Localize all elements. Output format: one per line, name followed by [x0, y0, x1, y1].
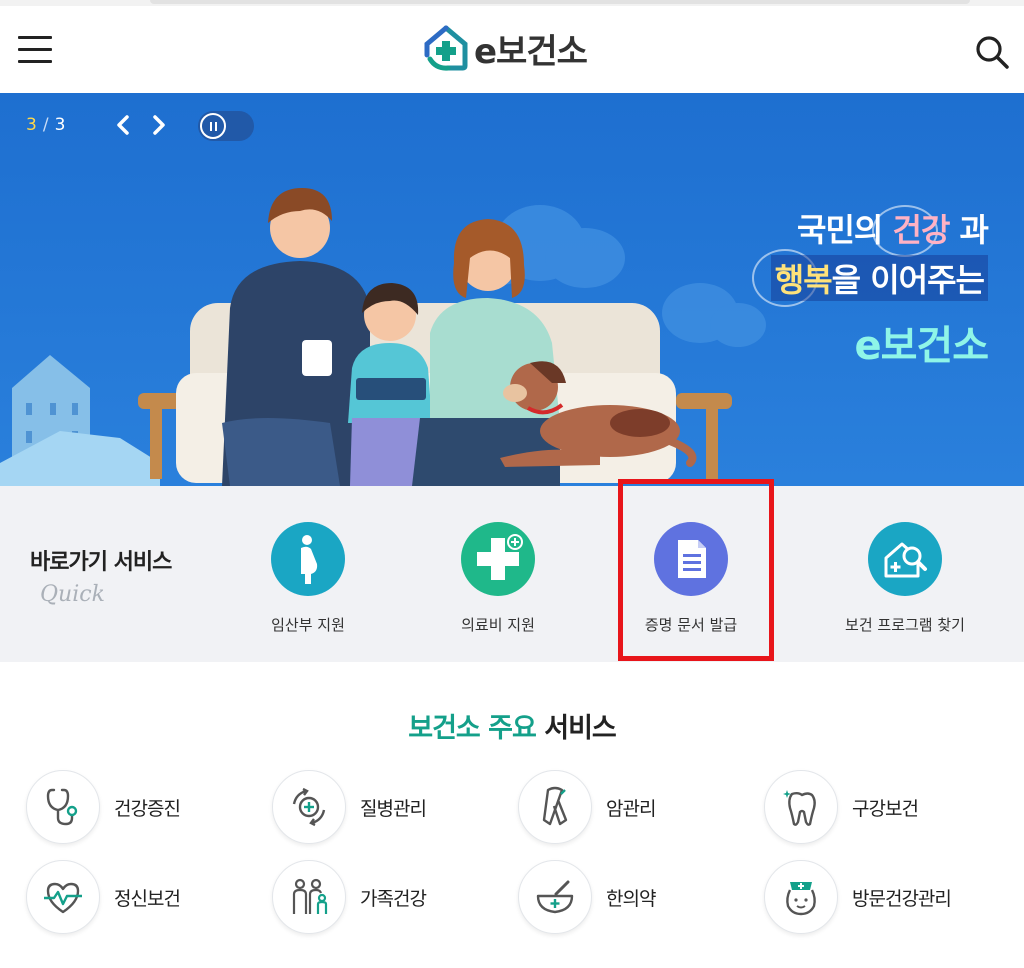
tagline-highlight-health: 건강 — [892, 211, 951, 249]
heart-pulse-icon — [26, 860, 100, 934]
service-label: 구강보건 — [852, 797, 919, 820]
main-services-title-green: 보건소 주요 — [408, 713, 537, 744]
stethoscope-icon — [26, 770, 100, 844]
mortar-pestle-icon — [518, 860, 592, 934]
service-label: 암관리 — [606, 797, 656, 820]
tagline-highlight-happiness: 행복 — [774, 261, 833, 299]
service-health-promotion[interactable]: 건강증진 — [26, 770, 266, 844]
virus-care-icon — [272, 770, 346, 844]
service-label: 건강증진 — [114, 797, 181, 820]
service-disease-control[interactable]: 질병관리 — [272, 770, 512, 844]
site-header: e보건소 — [0, 6, 1024, 93]
tagline-text: 을 이어주는 — [831, 261, 985, 299]
site-logo[interactable]: e보건소 — [424, 23, 588, 73]
logo-text: e보건소 — [474, 31, 588, 72]
tagline-text: 과 — [949, 211, 989, 249]
service-family-health[interactable]: 가족건강 — [272, 860, 512, 934]
service-oral-health[interactable]: 구강보건 — [764, 770, 1004, 844]
service-label: 방문건강관리 — [852, 887, 952, 910]
quick-item-label: 보건 프로그램 찾기 — [845, 616, 965, 634]
quick-item-label: 의료비 지원 — [461, 616, 535, 634]
quick-services-title: 바로가기 서비스 — [30, 550, 172, 575]
house-plus-logo-icon — [424, 25, 468, 71]
main-services-title: 보건소 주요 서비스 — [0, 706, 1024, 745]
tooth-icon — [764, 770, 838, 844]
service-cancer-management[interactable]: 암관리 — [518, 770, 758, 844]
tagline-line-2: 행복을 이어주는 — [770, 255, 988, 301]
quick-services-subtitle: Quick — [40, 582, 105, 607]
service-label: 정신보건 — [114, 887, 181, 910]
service-oriental-medicine[interactable]: 한의약 — [518, 860, 758, 934]
nurse-icon — [764, 860, 838, 934]
service-home-visit-health[interactable]: 방문건강관리 — [764, 860, 1004, 934]
tagline-line-1: 국민의 건강 과 — [771, 205, 989, 251]
service-label: 한의약 — [606, 887, 656, 910]
quick-item-label: 임산부 지원 — [271, 616, 345, 634]
tagline-text: 국민의 — [797, 211, 893, 249]
main-services-title-dark: 서비스 — [535, 713, 617, 744]
service-mental-health[interactable]: 정신보건 — [26, 860, 266, 934]
service-label: 질병관리 — [360, 797, 427, 820]
service-label: 가족건강 — [360, 887, 427, 910]
search-icon[interactable] — [974, 34, 1010, 70]
house-search-icon — [868, 522, 942, 596]
banner-tagline: 국민의 건강 과 행복을 이어주는 e보건소 — [770, 205, 989, 371]
quick-item-medical-cost-support[interactable]: 의료비 지원 — [418, 522, 578, 635]
pregnant-woman-icon — [271, 522, 345, 596]
main-banner-slider[interactable]: 3/3 국민의 건강 과 행복을 이어주는 e보건소 — [0, 93, 1024, 486]
tagline-brand: e보건소 — [854, 323, 989, 369]
quick-services-section: 바로가기 서비스 Quick 임산부 지원 의료비 지원 증명 문서 발급 보건… — [0, 486, 1024, 662]
medical-plus-icon — [461, 522, 535, 596]
quick-item-health-program-search[interactable]: 보건 프로그램 찾기 — [825, 522, 985, 635]
family-icon — [272, 860, 346, 934]
quick-item-pregnancy-support[interactable]: 임산부 지원 — [228, 522, 388, 635]
highlight-box — [618, 479, 774, 661]
hamburger-menu-icon[interactable] — [18, 36, 52, 64]
cancer-ribbon-icon — [518, 770, 592, 844]
